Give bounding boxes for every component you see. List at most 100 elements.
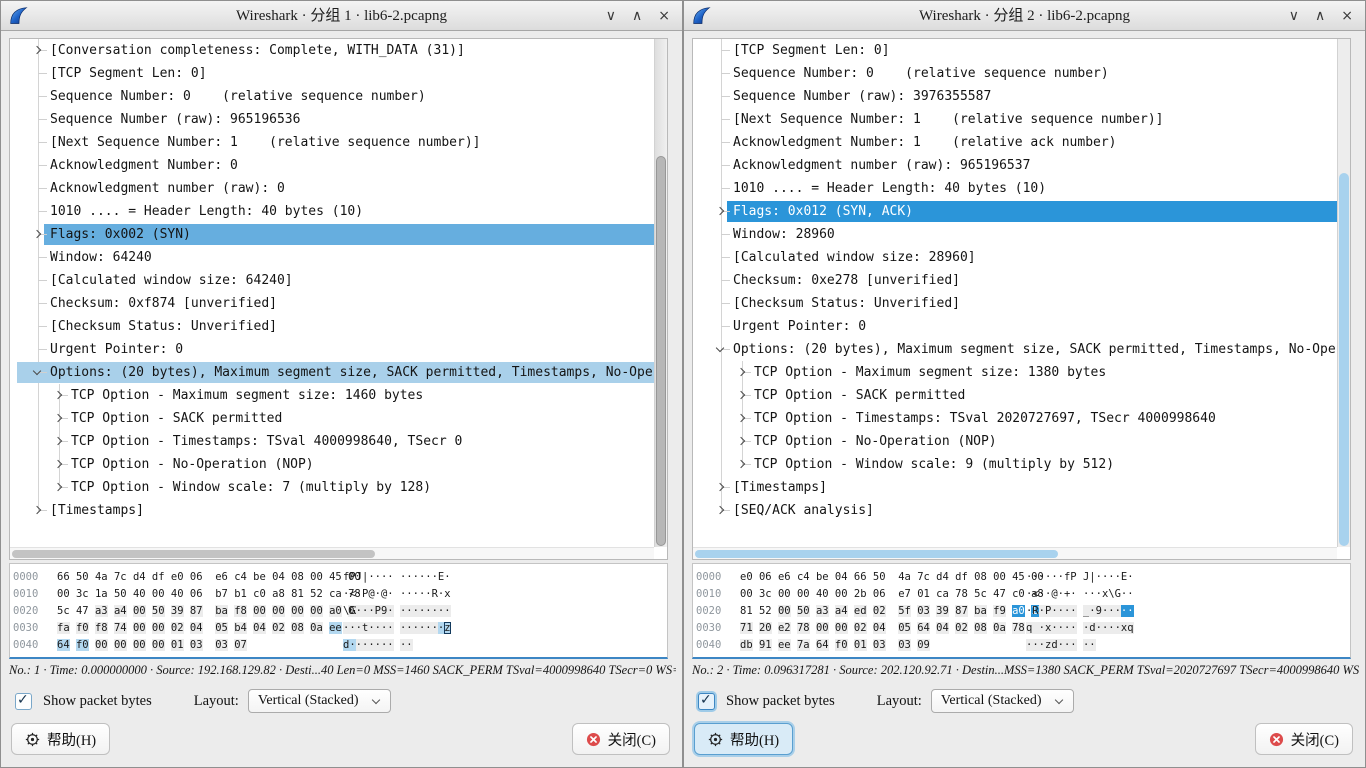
tree-row[interactable]: TCP Option - Timestamps: TSval 202072769… (693, 407, 1337, 430)
hex-byte[interactable]: 7c (114, 571, 127, 583)
hex-byte[interactable]: 01 (917, 588, 930, 600)
hex-byte[interactable]: 87 (190, 605, 203, 617)
ascii-char[interactable]: d (1089, 622, 1095, 634)
tree-row[interactable]: Acknowledgment Number: 0 (10, 154, 654, 177)
hex-byte[interactable]: 00 (133, 639, 146, 651)
tree-row[interactable]: TCP Option - SACK permitted (10, 407, 654, 430)
minimize-icon[interactable]: ∨ (1289, 1, 1299, 31)
ascii-char[interactable]: · (349, 639, 355, 651)
hex-byte[interactable]: a0 (1012, 605, 1025, 617)
hex-byte[interactable]: 78 (797, 622, 810, 634)
hex-byte[interactable]: ee (329, 622, 342, 634)
hex-byte[interactable]: e6 (215, 571, 228, 583)
expand-arrow-icon[interactable] (716, 506, 724, 514)
hex-byte[interactable]: f0 (76, 639, 89, 651)
hex-byte[interactable]: 00 (114, 639, 127, 651)
ascii-char[interactable]: · (406, 605, 412, 617)
tree-row[interactable]: [Timestamps] (10, 499, 654, 522)
expand-arrow-icon[interactable] (54, 460, 62, 468)
tree-row[interactable]: Flags: 0x012 (SYN, ACK) (693, 200, 1337, 223)
tree-row[interactable]: TCP Option - Window scale: 7 (multiply b… (10, 476, 654, 499)
hex-byte[interactable]: e0 (740, 571, 753, 583)
hex-byte[interactable]: 01 (171, 639, 184, 651)
tree-row[interactable]: [Calculated window size: 28960] (693, 246, 1337, 269)
tree-row[interactable]: [Checksum Status: Unverified] (10, 315, 654, 338)
hex-byte[interactable]: 06 (190, 571, 203, 583)
hex-byte[interactable]: b1 (234, 588, 247, 600)
ascii-char[interactable] (1032, 622, 1038, 634)
hex-byte[interactable]: 08 (974, 571, 987, 583)
close-button[interactable]: 关闭(C) (572, 723, 670, 755)
titlebar[interactable]: Wireshark · 分组 1 · lib6-2.pcapng ∨ ∧ × (1, 1, 682, 31)
expand-arrow-icon[interactable] (737, 460, 745, 468)
hex-byte[interactable]: 00 (740, 588, 753, 600)
hex-byte[interactable]: f0 (76, 622, 89, 634)
expand-arrow-icon[interactable] (737, 368, 745, 376)
horizontal-scrollbar-thumb[interactable] (12, 550, 375, 558)
hex-byte[interactable]: e6 (778, 571, 791, 583)
hex-byte[interactable]: 78 (955, 588, 968, 600)
tree-row[interactable]: Window: 64240 (10, 246, 654, 269)
hex-byte[interactable]: 87 (955, 605, 968, 617)
hex-byte[interactable]: 00 (310, 571, 323, 583)
tree-row[interactable]: [Timestamps] (693, 476, 1337, 499)
hex-byte[interactable]: 05 (215, 622, 228, 634)
collapse-arrow-icon[interactable] (33, 367, 41, 375)
hex-byte[interactable]: 09 (917, 639, 930, 651)
hex-byte[interactable]: 66 (854, 571, 867, 583)
hex-byte[interactable]: e0 (171, 571, 184, 583)
hex-byte[interactable]: 40 (133, 588, 146, 600)
hex-byte[interactable]: ee (778, 639, 791, 651)
hex-byte[interactable]: 00 (778, 588, 791, 600)
tree-row[interactable]: TCP Option - SACK permitted (693, 384, 1337, 407)
hex-byte[interactable]: 20 (759, 622, 772, 634)
hex-byte[interactable]: 03 (190, 639, 203, 651)
ascii-char[interactable]: · (1051, 605, 1057, 617)
close-button[interactable]: 关闭(C) (1255, 723, 1353, 755)
ascii-char[interactable]: · (425, 605, 431, 617)
hex-byte[interactable]: 50 (76, 571, 89, 583)
ascii-char[interactable]: · (406, 639, 412, 651)
tree-row[interactable]: [TCP Segment Len: 0] (693, 39, 1337, 62)
hex-byte[interactable]: df (955, 571, 968, 583)
ascii-char[interactable]: z (444, 622, 450, 634)
hex-byte[interactable]: a8 (272, 588, 285, 600)
hex-byte[interactable]: 3c (76, 588, 89, 600)
tree-row[interactable]: [Next Sequence Number: 1 (relative seque… (693, 108, 1337, 131)
hex-byte[interactable]: 03 (873, 639, 886, 651)
hex-byte[interactable]: 00 (272, 605, 285, 617)
hex-byte[interactable]: d4 (133, 571, 146, 583)
expand-arrow-icon[interactable] (716, 483, 724, 491)
hex-byte[interactable]: 00 (253, 605, 266, 617)
tree-row[interactable]: [Checksum Status: Unverified] (693, 292, 1337, 315)
hex-byte[interactable]: 04 (873, 622, 886, 634)
ascii-char[interactable]: · (1051, 622, 1057, 634)
hex-byte[interactable]: 00 (797, 588, 810, 600)
tree-row[interactable]: Sequence Number (raw): 3976355587 (693, 85, 1337, 108)
hex-byte[interactable]: ba (974, 605, 987, 617)
hex-byte[interactable]: 00 (816, 622, 829, 634)
ascii-char[interactable]: · (432, 622, 438, 634)
horizontal-scrollbar[interactable] (693, 547, 1337, 559)
hex-byte[interactable]: 02 (955, 622, 968, 634)
hex-byte[interactable]: f8 (234, 605, 247, 617)
hex-byte[interactable]: 00 (778, 605, 791, 617)
hex-byte[interactable]: 47 (993, 588, 1006, 600)
hex-byte[interactable]: 06 (190, 588, 203, 600)
ascii-char[interactable]: · (406, 622, 412, 634)
tree-row[interactable]: Flags: 0x002 (SYN) (10, 223, 654, 246)
ascii-char[interactable]: · (1127, 588, 1133, 600)
hex-byte[interactable]: 00 (993, 571, 1006, 583)
tree-row[interactable]: [TCP Segment Len: 0] (10, 62, 654, 85)
ascii-char[interactable]: · (1070, 588, 1076, 600)
hex-byte[interactable]: ba (215, 605, 228, 617)
expand-arrow-icon[interactable] (54, 483, 62, 491)
ascii-char[interactable]: · (1127, 605, 1133, 617)
hex-byte[interactable]: b7 (215, 588, 228, 600)
hex-byte[interactable]: 4a (898, 571, 911, 583)
hex-byte[interactable]: 00 (835, 588, 848, 600)
ascii-char[interactable]: · (387, 639, 393, 651)
maximize-icon[interactable]: ∧ (1315, 1, 1325, 31)
hex-byte[interactable]: 04 (936, 622, 949, 634)
vertical-scrollbar[interactable] (1337, 39, 1350, 547)
